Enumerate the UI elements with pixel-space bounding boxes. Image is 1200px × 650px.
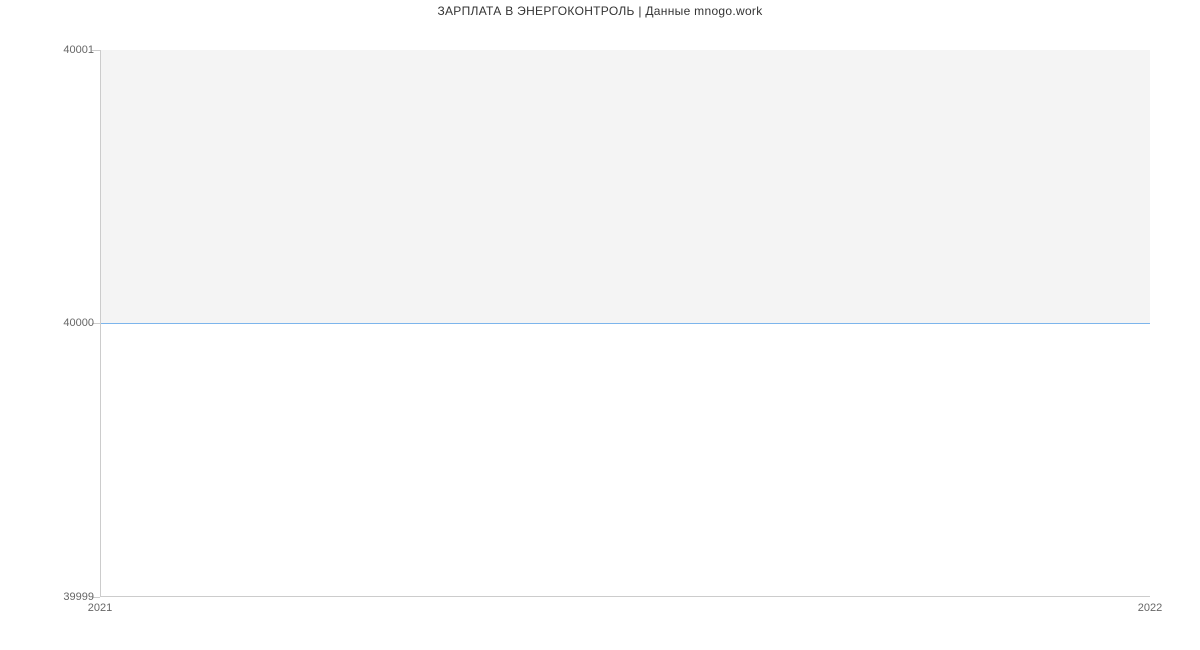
y-tick-label: 40001 — [63, 44, 94, 56]
x-tick-label: 2021 — [88, 602, 112, 614]
x-tick-label: 2022 — [1138, 602, 1162, 614]
chart-container: ЗАРПЛАТА В ЭНЕРГОКОНТРОЛЬ | Данные mnogo… — [0, 0, 1200, 650]
plot-area — [100, 50, 1150, 597]
series-line — [101, 323, 1150, 324]
chart-title: ЗАРПЛАТА В ЭНЕРГОКОНТРОЛЬ | Данные mnogo… — [0, 4, 1200, 18]
y-tick-label: 40000 — [63, 317, 94, 329]
area-fill — [101, 50, 1150, 323]
